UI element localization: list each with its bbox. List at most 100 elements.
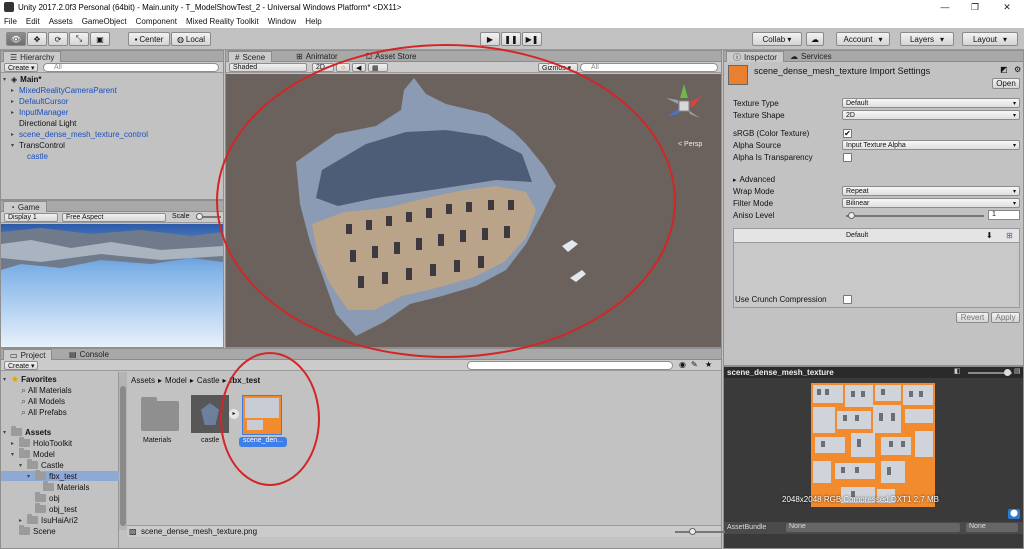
favorite-star-icon[interactable]: ★: [705, 360, 712, 369]
project-create-button[interactable]: Create ▾: [4, 361, 39, 370]
apply-button[interactable]: Apply: [991, 312, 1020, 323]
tab-animator[interactable]: ⊞ Animator: [290, 51, 344, 62]
menu-mixed-reality-toolkit[interactable]: Mixed Reality Toolkit: [186, 17, 259, 26]
favorite-item[interactable]: ⌕ All Materials: [21, 385, 72, 395]
platform-default-tab[interactable]: Default: [846, 232, 868, 239]
rotate-tool-button[interactable]: ⟳: [48, 32, 68, 46]
breadcrumb-assets[interactable]: Assets: [131, 376, 155, 385]
maximize-button[interactable]: ❐: [960, 0, 990, 14]
scene-search-input[interactable]: All: [580, 63, 718, 72]
project-tree-item[interactable]: ▸ IsuHaiAri2: [19, 514, 78, 525]
menu-gameobject[interactable]: GameObject: [82, 17, 127, 26]
menu-window[interactable]: Window: [268, 17, 296, 26]
mip-slider[interactable]: [968, 369, 1012, 376]
project-tree-item[interactable]: obj: [27, 492, 60, 503]
filter-label-icon[interactable]: ✎: [691, 360, 698, 369]
tab-inspector[interactable]: ⓘ Inspector: [726, 51, 784, 62]
pause-button[interactable]: ❚❚: [501, 32, 521, 46]
account-dropdown[interactable]: Account ▾: [836, 32, 890, 46]
assets-foldout[interactable]: ▾ Assets: [3, 426, 51, 437]
tag-icon[interactable]: ⬤: [1008, 509, 1020, 519]
assetbundle-variant-dropdown[interactable]: None: [966, 523, 1018, 532]
texture-shape-dropdown[interactable]: 2D: [842, 110, 1020, 120]
hierarchy-item[interactable]: castle: [19, 151, 48, 161]
crunch-checkbox[interactable]: [843, 295, 852, 304]
pivot-center-button[interactable]: ▪ Center: [128, 32, 170, 46]
channel-icon[interactable]: ◧: [954, 367, 961, 375]
download-icon[interactable]: ⬇: [986, 231, 993, 240]
project-tree-item[interactable]: Materials: [35, 481, 89, 492]
settings-gear-icon[interactable]: ⚙: [1014, 65, 1021, 74]
step-button[interactable]: ▶❚: [522, 32, 542, 46]
favorites-foldout[interactable]: ▾ ★ Favorites: [3, 374, 57, 384]
scale-tool-button[interactable]: ⤡: [69, 32, 89, 46]
aniso-level-input[interactable]: 1: [988, 210, 1020, 220]
scene-root-row[interactable]: ▾ ◈ Main*: [3, 74, 42, 84]
project-tree-scrollbar[interactable]: [119, 372, 127, 530]
filter-mode-dropdown[interactable]: Bilinear: [842, 198, 1020, 208]
menu-help[interactable]: Help: [305, 17, 321, 26]
alpha-is-transparency-checkbox[interactable]: [843, 153, 852, 162]
mip-slider-handle[interactable]: [1004, 369, 1011, 376]
hierarchy-item[interactable]: Directional Light: [11, 118, 76, 128]
project-search-input[interactable]: [467, 361, 673, 370]
menu-component[interactable]: Component: [136, 17, 177, 26]
hierarchy-item[interactable]: ▸ DefaultCursor: [11, 96, 68, 106]
breadcrumb-castle[interactable]: Castle: [197, 376, 220, 385]
persp-label[interactable]: < Persp: [678, 141, 702, 148]
assetbundle-dropdown[interactable]: None: [786, 523, 960, 532]
scale-slider-handle[interactable]: [196, 213, 203, 220]
tab-services[interactable]: ☁ Services: [784, 51, 838, 62]
project-tree-item[interactable]: Scene: [11, 525, 56, 536]
view-tool-button[interactable]: 👁: [6, 32, 26, 46]
wrap-mode-dropdown[interactable]: Repeat: [842, 186, 1020, 196]
cloud-button[interactable]: ☁: [806, 32, 824, 46]
tab-game[interactable]: ◔ Game: [3, 201, 47, 212]
move-tool-button[interactable]: ✥: [27, 32, 47, 46]
play-button[interactable]: ▶: [480, 32, 500, 46]
tab-hierarchy[interactable]: ☰ Hierarchy: [3, 51, 62, 62]
hierarchy-search-input[interactable]: All: [43, 63, 219, 72]
project-tree-item[interactable]: ▾ Model: [11, 448, 55, 459]
collab-button[interactable]: Collab ▾: [752, 32, 802, 46]
icon-size-slider-handle[interactable]: [689, 528, 696, 535]
favorite-item[interactable]: ⌕ All Prefabs: [21, 407, 67, 417]
aspect-dropdown[interactable]: Free Aspect: [62, 213, 166, 222]
hierarchy-item[interactable]: ▸ InputManager: [11, 107, 68, 117]
breadcrumb-model[interactable]: Model: [165, 376, 187, 385]
aniso-slider-handle[interactable]: [848, 212, 855, 219]
hierarchy-item[interactable]: ▸ scene_dense_mesh_texture_control: [11, 129, 148, 139]
open-button[interactable]: Open: [992, 78, 1020, 89]
menu-assets[interactable]: Assets: [49, 17, 73, 26]
display-dropdown[interactable]: Display 1: [4, 213, 58, 222]
project-tree-item[interactable]: ▾ Castle: [19, 459, 64, 470]
alpha-source-dropdown[interactable]: Input Texture Alpha: [842, 140, 1020, 150]
icon-size-slider[interactable]: [675, 528, 725, 535]
hierarchy-create-button[interactable]: Create ▾: [4, 63, 39, 72]
favorite-item[interactable]: ⌕ All Models: [21, 396, 65, 406]
layout-dropdown[interactable]: Layout ▾: [962, 32, 1018, 46]
project-tree-item[interactable]: ▾ fbx_test: [1, 470, 119, 481]
tab-project[interactable]: ▭ Project: [3, 349, 53, 360]
hierarchy-item[interactable]: ▾ TransControl: [11, 140, 65, 150]
rect-tool-button[interactable]: ▣: [90, 32, 110, 46]
revert-button[interactable]: Revert: [956, 312, 989, 323]
hierarchy-item[interactable]: ▸ MixedRealityCameraParent: [11, 85, 117, 95]
scrollbar-thumb[interactable]: [120, 386, 126, 526]
shading-dropdown[interactable]: Shaded: [229, 63, 307, 72]
close-button[interactable]: ✕: [992, 0, 1022, 14]
project-tree-item[interactable]: ▸ HoloToolkit: [11, 437, 72, 448]
windows-icon[interactable]: ⊞: [1006, 231, 1013, 240]
srgb-checkbox[interactable]: ✔: [843, 129, 852, 138]
menu-edit[interactable]: Edit: [26, 17, 40, 26]
minimize-button[interactable]: —: [930, 0, 960, 14]
layers-dropdown[interactable]: Layers ▾: [900, 32, 954, 46]
tab-scene[interactable]: # Scene: [228, 51, 273, 62]
texture-type-dropdown[interactable]: Default: [842, 98, 1020, 108]
tab-console[interactable]: ▤ Console: [63, 349, 115, 360]
mip-icon[interactable]: ▤: [1014, 367, 1021, 375]
filter-type-icon[interactable]: ◉: [679, 360, 686, 369]
help-icon[interactable]: ◩: [1000, 65, 1008, 74]
aniso-level-slider[interactable]: [846, 212, 984, 219]
asset-materials[interactable]: Materials: [141, 395, 181, 447]
